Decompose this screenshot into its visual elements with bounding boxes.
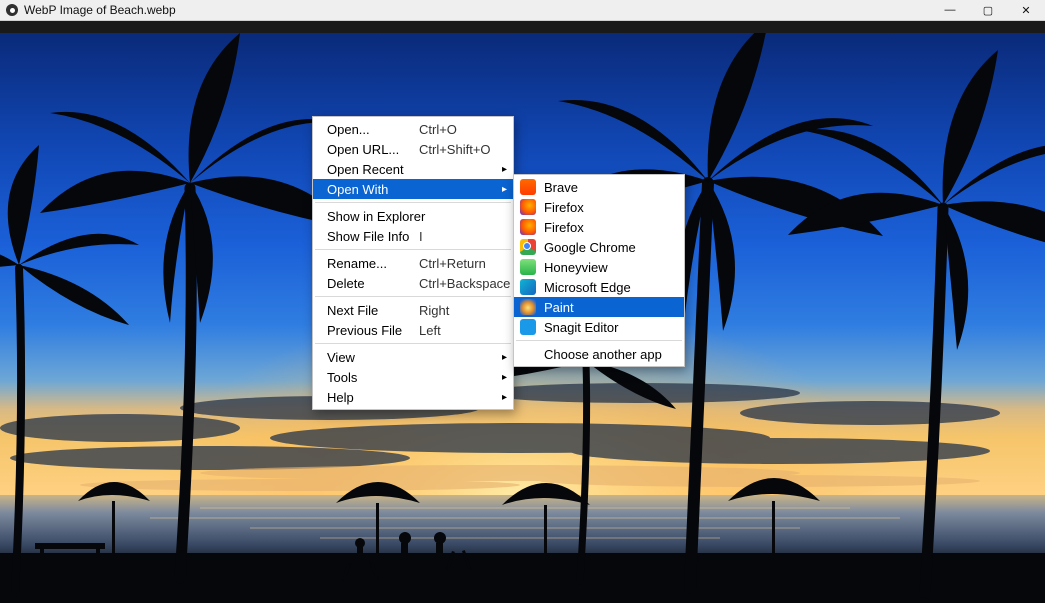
menu-item-label: Open With (327, 182, 419, 197)
maximize-button[interactable]: ▢ (969, 0, 1007, 20)
menu-item-shortcut: Left (419, 323, 503, 338)
menu-item-help[interactable]: Help ▸ (313, 387, 513, 407)
blank-icon (520, 346, 536, 362)
menu-item-shortcut: I (419, 229, 503, 244)
honeyview-icon (520, 259, 536, 275)
menu-separator (315, 202, 511, 203)
open-with-firefox[interactable]: Firefox (514, 217, 684, 237)
minimize-button[interactable]: — (931, 0, 969, 20)
open-with-label: Snagit Editor (544, 320, 618, 335)
app-icon (6, 4, 18, 16)
menu-item-label: Open Recent (327, 162, 419, 177)
menu-item-rename[interactable]: Rename...Ctrl+Return (313, 253, 513, 273)
title-bar: WebP Image of Beach.webp — ▢ ✕ (0, 0, 1045, 21)
open-with-label: Firefox (544, 200, 584, 215)
open-with-label: Paint (544, 300, 574, 315)
brave-icon (520, 179, 536, 195)
open-with-brave[interactable]: Brave (514, 177, 684, 197)
open-with-firefox[interactable]: Firefox (514, 197, 684, 217)
menu-item-shortcut: Ctrl+Backspace (419, 276, 510, 291)
open-with-snagit-editor[interactable]: Snagit Editor (514, 317, 684, 337)
snagit-editor-icon (520, 319, 536, 335)
submenu-arrow-icon: ▸ (502, 372, 507, 383)
open-with-label: Honeyview (544, 260, 608, 275)
google-chrome-icon (520, 239, 536, 255)
menu-separator (315, 343, 511, 344)
menu-item-label: View (327, 350, 419, 365)
choose-another-app-label: Choose another app (544, 347, 662, 362)
menu-item-open-with[interactable]: Open With ▸ (313, 179, 513, 199)
menu-item-label: Show in Explorer (327, 209, 425, 224)
menu-item-label: Tools (327, 370, 419, 385)
context-menu: Open...Ctrl+OOpen URL...Ctrl+Shift+OOpen… (312, 116, 514, 410)
submenu-arrow-icon: ▸ (502, 164, 507, 175)
paint-icon (520, 299, 536, 315)
menu-item-shortcut: Ctrl+Shift+O (419, 142, 503, 157)
menu-item-shortcut: Right (419, 303, 503, 318)
submenu-arrow-icon: ▸ (502, 352, 507, 363)
menu-item-open-url[interactable]: Open URL...Ctrl+Shift+O (313, 139, 513, 159)
menu-item-label: Open URL... (327, 142, 419, 157)
toolbar-strip (0, 21, 1045, 33)
open-with-label: Microsoft Edge (544, 280, 631, 295)
menu-separator (315, 296, 511, 297)
microsoft-edge-icon (520, 279, 536, 295)
menu-item-label: Help (327, 390, 419, 405)
menu-item-show-file-info[interactable]: Show File InfoI (313, 226, 513, 246)
menu-item-shortcut: Ctrl+Return (419, 256, 503, 271)
open-with-microsoft-edge[interactable]: Microsoft Edge (514, 277, 684, 297)
open-with-label: Google Chrome (544, 240, 636, 255)
menu-item-view[interactable]: View ▸ (313, 347, 513, 367)
open-with-google-chrome[interactable]: Google Chrome (514, 237, 684, 257)
open-with-label: Firefox (544, 220, 584, 235)
menu-item-previous-file[interactable]: Previous FileLeft (313, 320, 513, 340)
open-with-paint[interactable]: Paint (514, 297, 684, 317)
submenu-arrow-icon: ▸ (502, 184, 507, 195)
menu-item-label: Open... (327, 122, 419, 137)
menu-item-label: Rename... (327, 256, 419, 271)
menu-item-label: Show File Info (327, 229, 419, 244)
firefox-icon (520, 219, 536, 235)
open-with-submenu: Brave Firefox Firefox Google Chrome Honeyvie… (513, 174, 685, 367)
menu-item-label: Previous File (327, 323, 419, 338)
menu-separator (315, 249, 511, 250)
window-title: WebP Image of Beach.webp (24, 3, 176, 17)
menu-item-label: Next File (327, 303, 419, 318)
close-button[interactable]: ✕ (1007, 0, 1045, 20)
menu-item-open-recent[interactable]: Open Recent ▸ (313, 159, 513, 179)
submenu-arrow-icon: ▸ (502, 392, 507, 403)
window-controls: — ▢ ✕ (931, 0, 1045, 20)
choose-another-app[interactable]: Choose another app (514, 344, 684, 364)
firefox-icon (520, 199, 536, 215)
menu-item-next-file[interactable]: Next FileRight (313, 300, 513, 320)
menu-item-open[interactable]: Open...Ctrl+O (313, 119, 513, 139)
open-with-honeyview[interactable]: Honeyview (514, 257, 684, 277)
submenu-separator (516, 340, 682, 341)
open-with-label: Brave (544, 180, 578, 195)
menu-item-delete[interactable]: DeleteCtrl+Backspace (313, 273, 513, 293)
menu-item-label: Delete (327, 276, 419, 291)
menu-item-shortcut: Ctrl+O (419, 122, 503, 137)
menu-item-show-in-explorer[interactable]: Show in Explorer (313, 206, 513, 226)
menu-item-tools[interactable]: Tools ▸ (313, 367, 513, 387)
